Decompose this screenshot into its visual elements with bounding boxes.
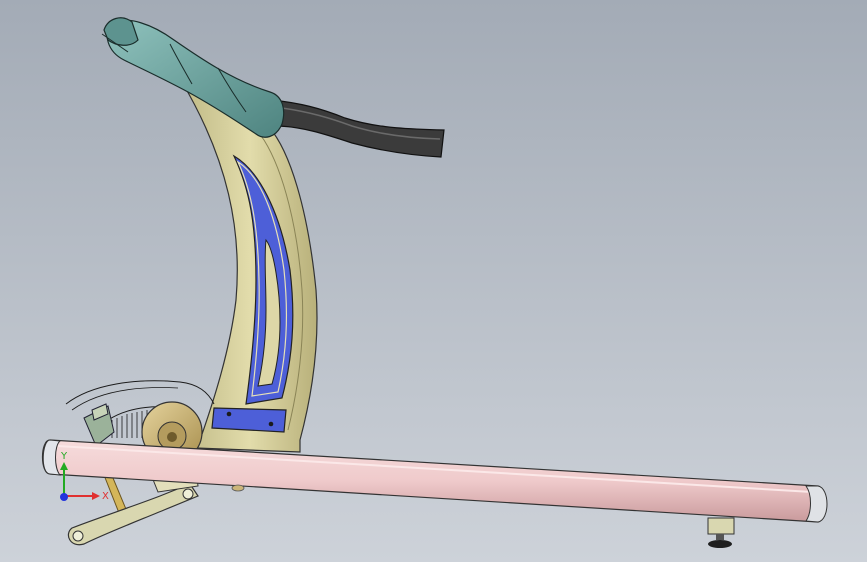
base-plate-bolt-left <box>226 411 232 417</box>
triad-y-label: Y <box>60 451 68 462</box>
triad-z-axis <box>60 493 68 501</box>
lift-linkage-pivot <box>72 530 84 542</box>
motor-pulley-hub <box>167 432 177 442</box>
rear-foot-stem <box>716 534 724 540</box>
rear-foot-block <box>707 517 735 535</box>
rear-foot-pad <box>708 540 732 548</box>
rail-adjust-knob <box>231 484 245 492</box>
cad-model-scene[interactable]: X Y <box>0 0 867 562</box>
triad-x-label: X <box>102 491 109 502</box>
base-plate-bolt-right <box>268 421 274 427</box>
cad-graphics-viewport[interactable]: X Y <box>0 0 867 562</box>
lift-linkage-pivot-2 <box>182 488 194 500</box>
upright-base-plate <box>211 407 287 433</box>
